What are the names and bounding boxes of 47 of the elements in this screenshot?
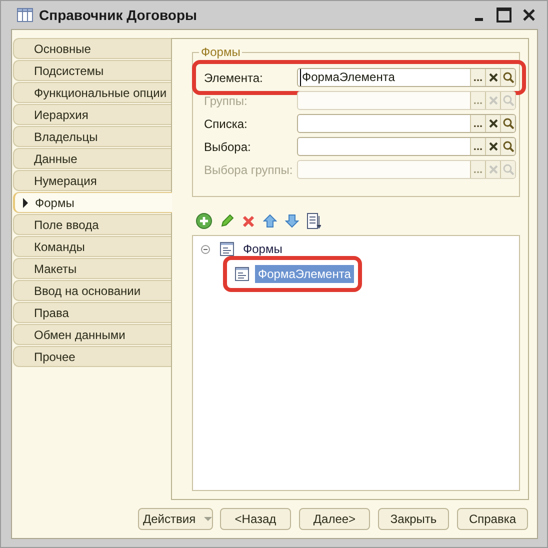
footer-button[interactable]: Справка xyxy=(457,508,528,530)
sidebar-tab[interactable]: Владельцы xyxy=(13,126,171,147)
sidebar-tab[interactable]: Ввод на основании xyxy=(13,280,171,301)
select-button[interactable]: ... xyxy=(470,69,485,86)
search-button[interactable] xyxy=(500,69,515,86)
triangle-icon xyxy=(23,198,28,208)
sidebar-tab[interactable]: Прочее xyxy=(13,346,171,367)
list-icon[interactable] xyxy=(307,213,321,229)
sidebar-tab[interactable]: Права xyxy=(13,302,171,323)
footer-button[interactable]: Далее> xyxy=(299,508,370,530)
sidebar-tab[interactable]: Поле ввода xyxy=(13,214,171,235)
table-icon xyxy=(17,8,33,22)
sidebar-tab[interactable]: Макеты xyxy=(13,258,171,279)
collapse-icon[interactable] xyxy=(201,244,210,254)
window-title: Справочник Договоры xyxy=(39,7,198,23)
sidebar-tab[interactable]: Иерархия xyxy=(13,104,171,125)
form-icon xyxy=(220,242,234,256)
sidebar-tab[interactable]: Формы xyxy=(13,192,172,213)
actions-button[interactable]: Действия xyxy=(138,508,213,530)
clear-button[interactable] xyxy=(485,69,500,86)
field-label: Выбора: xyxy=(204,140,252,154)
caret-icon xyxy=(204,517,212,521)
clear-icon xyxy=(488,73,498,82)
field-label: Списка: xyxy=(204,116,248,130)
field-label: Элемента: xyxy=(204,70,264,84)
footer-button[interactable]: <Назад xyxy=(220,508,291,530)
maximize-icon[interactable] xyxy=(496,7,512,23)
sidebar-tab[interactable]: Основные xyxy=(13,38,171,59)
form-icon xyxy=(235,267,249,281)
field-label: Выбора группы: xyxy=(204,162,294,176)
delete-icon[interactable] xyxy=(242,214,255,228)
up-arrow-icon[interactable] xyxy=(263,214,277,228)
tree-item[interactable]: Формы xyxy=(240,240,286,258)
pencil-icon[interactable] xyxy=(220,214,234,228)
sidebar-tab[interactable]: Функциональные опции xyxy=(13,82,171,103)
footer-button[interactable]: Закрыть xyxy=(378,508,449,530)
search-icon xyxy=(502,72,514,83)
group-title: Формы xyxy=(200,45,242,59)
down-arrow-icon[interactable] xyxy=(285,214,299,228)
sidebar-tab[interactable]: Данные xyxy=(13,148,171,169)
sidebar-tab[interactable]: Подсистемы xyxy=(13,60,171,81)
close-icon[interactable] xyxy=(522,8,536,22)
add-icon[interactable] xyxy=(196,213,212,229)
sidebar-tab[interactable]: Команды xyxy=(13,236,171,257)
field-label: Группы: xyxy=(204,94,248,108)
sidebar-tab[interactable]: Обмен данными xyxy=(13,324,171,345)
sidebar-tab[interactable]: Нумерация xyxy=(13,170,171,191)
